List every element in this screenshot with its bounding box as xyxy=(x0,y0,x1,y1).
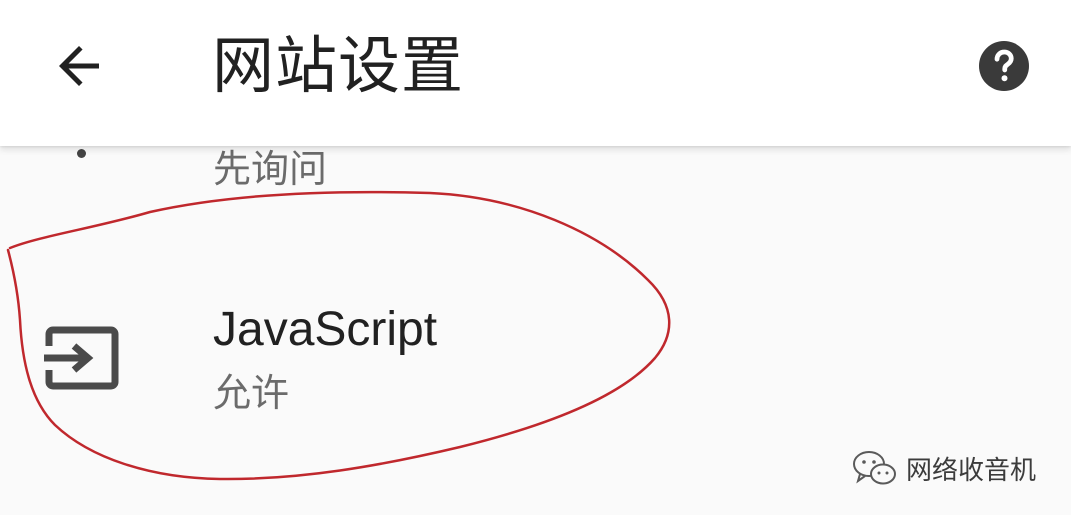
help-circle-icon xyxy=(979,41,1029,91)
previous-item-summary: 先询问 xyxy=(213,147,328,191)
help-button[interactable] xyxy=(972,34,1036,98)
javascript-setting-item[interactable]: JavaScript 允许 xyxy=(0,270,1071,430)
item-icon-partial xyxy=(77,149,86,158)
watermark-text: 网络收音机 xyxy=(906,455,1037,486)
javascript-summary: 允许 xyxy=(213,371,290,415)
page-title: 网站设置 xyxy=(212,29,465,102)
arrow-back-icon xyxy=(59,46,99,86)
watermark: 网络收音机 xyxy=(850,448,1036,488)
wechat-icon xyxy=(853,451,896,485)
back-button[interactable] xyxy=(40,30,118,102)
app-bar: 网站设置 xyxy=(0,0,1071,146)
exit-to-app-icon xyxy=(44,326,119,390)
list-item-previous[interactable]: 先询问 xyxy=(0,146,1071,206)
javascript-title: JavaScript xyxy=(213,303,438,356)
